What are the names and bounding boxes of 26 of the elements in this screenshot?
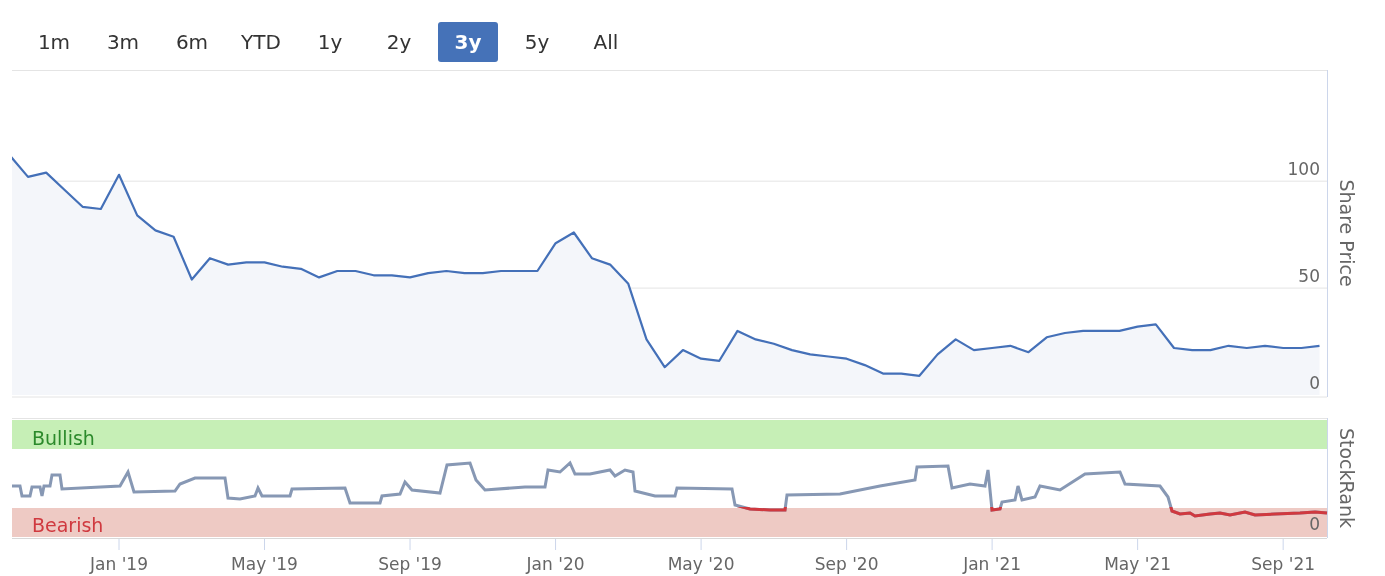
axis-tick-label: Jan '20	[526, 554, 585, 574]
axis-title: Share Price	[1336, 179, 1358, 287]
axis-tick-label: May '20	[667, 554, 735, 574]
axis-tick-label: Sep '19	[378, 554, 442, 574]
range-button[interactable]: 6m	[162, 22, 222, 62]
range-button[interactable]: 1y	[300, 22, 360, 62]
range-button[interactable]: 5y	[507, 22, 567, 62]
band-label: Bullish	[32, 427, 95, 449]
range-button[interactable]: 2y	[369, 22, 429, 62]
axis-tick-label: May '19	[231, 554, 298, 574]
axis-tick-label: Jan '21	[963, 554, 1022, 574]
axis-tick-label: 100	[1287, 159, 1320, 180]
range-button[interactable]: 1m	[24, 22, 84, 62]
range-button[interactable]: 3y	[438, 22, 498, 62]
axis-tick-label: 0	[1309, 373, 1320, 393]
axis-tick-label: 0	[1309, 514, 1320, 534]
axis-title: StockRank	[1336, 427, 1358, 529]
axis-tick-label: Sep '21	[1251, 554, 1316, 574]
axis-tick-label: Sep '20	[814, 554, 879, 574]
range-button[interactable]: All	[576, 22, 636, 62]
range-button[interactable]: YTD	[231, 22, 291, 62]
band-label: Bearish	[32, 514, 104, 536]
range-button[interactable]: 3m	[93, 22, 153, 62]
axis-tick-label: May '21	[1104, 554, 1172, 574]
axis-tick-label: 50	[1298, 266, 1320, 287]
axis-tick-label: Jan '19	[90, 554, 148, 574]
